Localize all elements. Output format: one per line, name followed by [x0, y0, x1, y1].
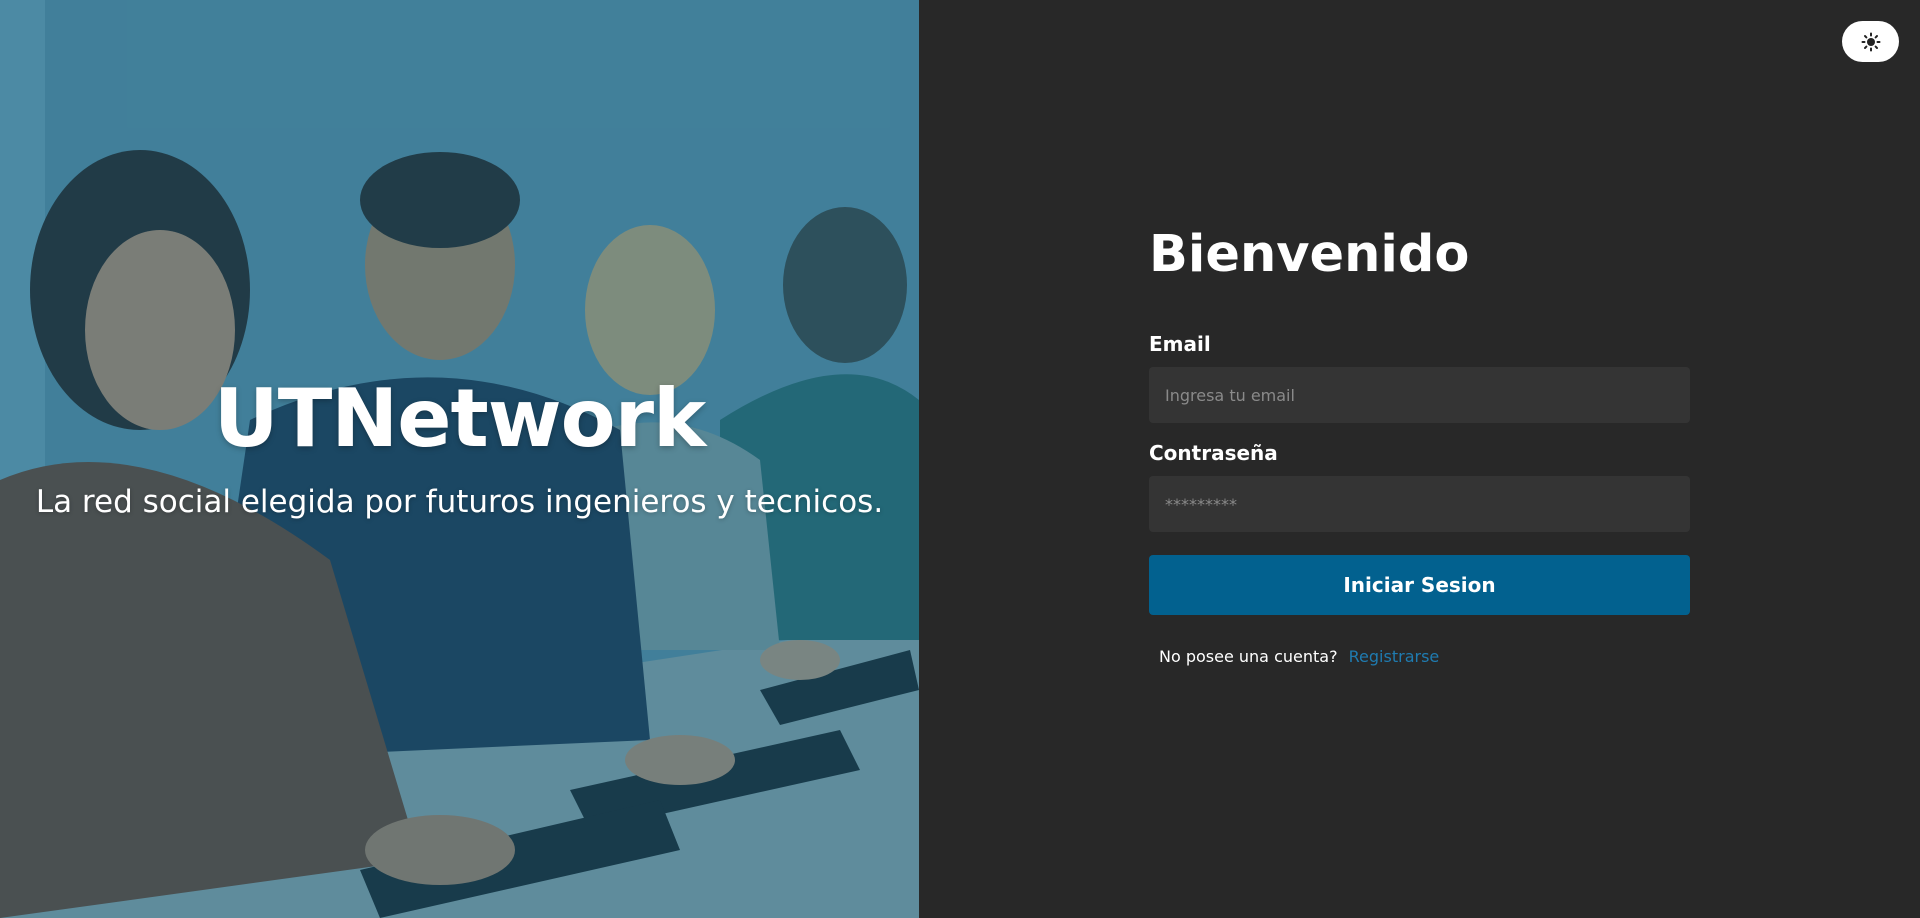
- register-prompt: No posee una cuenta?: [1159, 647, 1338, 666]
- email-label: Email: [1149, 332, 1211, 356]
- login-page: UTNetwork La red social elegida por futu…: [0, 0, 1920, 918]
- hero-section: UTNetwork La red social elegida por futu…: [0, 0, 919, 918]
- login-button[interactable]: Iniciar Sesion: [1149, 555, 1690, 615]
- sun-icon: [1861, 32, 1880, 51]
- welcome-heading: Bienvenido: [1149, 225, 1470, 284]
- register-row: No posee una cuenta? Registrarse: [1149, 647, 1690, 666]
- password-input[interactable]: [1149, 476, 1690, 532]
- theme-toggle-button[interactable]: [1842, 21, 1899, 62]
- brand-title: UTNetwork: [213, 372, 707, 465]
- login-form: Bienvenido Email Contraseña Iniciar Sesi…: [1149, 220, 1690, 666]
- password-label: Contraseña: [1149, 441, 1278, 465]
- brand-tagline: La red social elegida por futuros ingeni…: [35, 484, 884, 520]
- email-input[interactable]: [1149, 367, 1690, 423]
- register-link[interactable]: Registrarse: [1349, 647, 1440, 666]
- login-panel: Bienvenido Email Contraseña Iniciar Sesi…: [919, 0, 1920, 918]
- hero-text-block: UTNetwork La red social elegida por futu…: [0, 370, 919, 522]
